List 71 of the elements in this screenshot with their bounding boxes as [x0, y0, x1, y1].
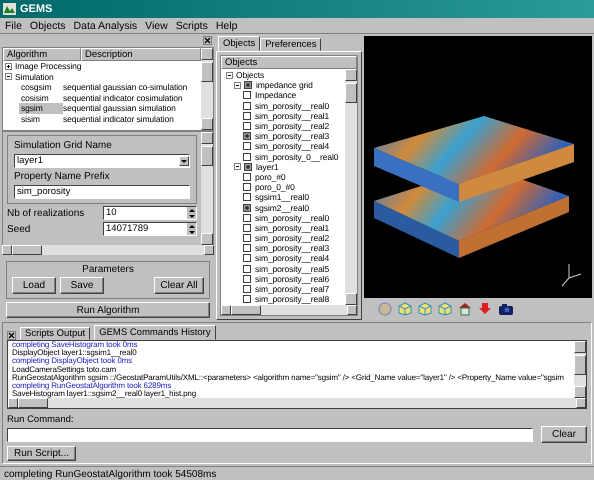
parameters-button[interactable]: Clear All: [154, 277, 204, 294]
log-line: completing SaveHistogram took 0ms: [12, 341, 138, 349]
tree-item[interactable]: sim_porosity__real4: [255, 141, 330, 152]
tab[interactable]: Objects: [218, 36, 260, 51]
run-algorithm-button[interactable]: Run Algorithm: [6, 302, 210, 318]
tree-item[interactable]: impedance grid: [256, 80, 313, 90]
log-line: completing RunGeostatAlgorithm took 6289ms: [12, 382, 172, 390]
tree-item[interactable]: sim_porosity__real2: [255, 233, 330, 244]
tree-item[interactable]: sim_porosity__real8: [255, 294, 330, 304]
log-line: SaveHistogram layer1::sgsim2__real0 layer1_hist.png: [12, 390, 198, 398]
tree-item[interactable]: sim_porosity__real1: [255, 222, 330, 233]
menu-item[interactable]: File: [4, 20, 23, 32]
tree-item[interactable]: sim_porosity__real3: [255, 131, 330, 142]
algorithm-item[interactable]: cosisim: [19, 92, 63, 103]
realizations-spinbox[interactable]: 10: [103, 206, 197, 220]
field-label: Nb of realizations: [7, 208, 84, 218]
algorithm-description: sequential indicator simulation: [63, 114, 174, 124]
algorithm-description: sequential indicator cosimulation: [63, 92, 183, 103]
window-title: GEMS: [20, 3, 52, 15]
tree-item[interactable]: sim_porosity__real6: [255, 274, 330, 284]
tree-item[interactable]: sim_porosity__real4: [255, 253, 330, 264]
seed-spinbox[interactable]: 14071789: [103, 222, 197, 236]
tree-item[interactable]: sim_porosity_0__real0: [255, 152, 338, 162]
clear-button[interactable]: Clear: [541, 426, 587, 444]
field-label: Run Command:: [7, 414, 75, 426]
algorithm-item[interactable]: sisim: [19, 114, 63, 124]
algorithm-description: sequential gaussian co-simulation: [63, 82, 188, 92]
tree-item[interactable]: Objects: [236, 70, 264, 80]
log-line: RunGeostatAlgorithm sgsim ::/GeostatParamUtils/XML::<parameters> <algorithm name="sgsim" /> <Grid_Name value="layer1" /> <Property_Name value="sgsim: [12, 374, 565, 382]
tree-item[interactable]: sim_porosity__real2: [255, 121, 330, 132]
log-line: LoadCameraSettings toto.cam: [12, 366, 118, 374]
run-script-button[interactable]: Run Script...: [7, 446, 76, 461]
algorithm-item[interactable]: sgsim: [19, 103, 63, 114]
tree-item[interactable]: sim_porosity__real3: [255, 243, 330, 254]
menu-item[interactable]: Objects: [28, 20, 67, 32]
tree-item[interactable]: sim_porosity__real0: [255, 212, 330, 223]
tree-item[interactable]: sgsim1__real0: [255, 192, 309, 202]
tree-item[interactable]: sgsim2__real0: [255, 202, 309, 213]
status-text: completing RunGeostatAlgorithm took 54508ms: [0, 466, 594, 480]
tab[interactable]: GEMS Commands History: [94, 325, 216, 340]
tree-item[interactable]: layer1: [256, 162, 279, 172]
parameters-button[interactable]: Load: [12, 277, 56, 294]
field-label: Seed: [7, 224, 30, 234]
algorithm-item[interactable]: cosgsim: [19, 82, 63, 92]
column-header[interactable]: Objects: [221, 56, 357, 69]
tree-item[interactable]: sim_porosity__real0: [255, 100, 330, 111]
algorithm-description: sequential gaussian simulation: [63, 103, 176, 114]
tree-item[interactable]: poro_#0: [255, 172, 286, 182]
menu-item[interactable]: Data Analysis: [72, 20, 138, 32]
column-header[interactable]: Description: [81, 48, 201, 61]
tab[interactable]: Preferences: [260, 38, 322, 51]
log-line: DisplayObject layer1::sgsim1__real0: [12, 349, 138, 358]
tree-item[interactable]: Image Processing: [15, 61, 82, 72]
menu-item[interactable]: Scripts: [174, 20, 209, 32]
group-title: Parameters: [81, 264, 135, 275]
tree-item[interactable]: Impedance: [255, 90, 296, 100]
tree-item[interactable]: sim_porosity__real5: [255, 264, 330, 274]
field-label: Simulation Grid Name: [14, 140, 113, 151]
tab[interactable]: Scripts Output: [20, 327, 90, 340]
menu-item[interactable]: Help: [214, 20, 238, 32]
grid-dropdown[interactable]: layer1: [14, 154, 190, 168]
parameters-button[interactable]: Save: [60, 277, 104, 294]
field-label: Property Name Prefix: [14, 171, 111, 182]
tree-item[interactable]: sim_porosity__real7: [255, 284, 330, 294]
prefix-input[interactable]: sim_porosity: [14, 185, 190, 199]
tree-item[interactable]: sim_porosity__real1: [255, 110, 330, 121]
log-line: completing DisplayObject took 0ms: [12, 357, 132, 366]
tree-item[interactable]: Simulation: [15, 72, 54, 82]
tree-item[interactable]: poro_0_#0: [255, 182, 295, 192]
column-header[interactable]: Algorithm: [3, 48, 81, 61]
menu-item[interactable]: View: [144, 20, 169, 32]
